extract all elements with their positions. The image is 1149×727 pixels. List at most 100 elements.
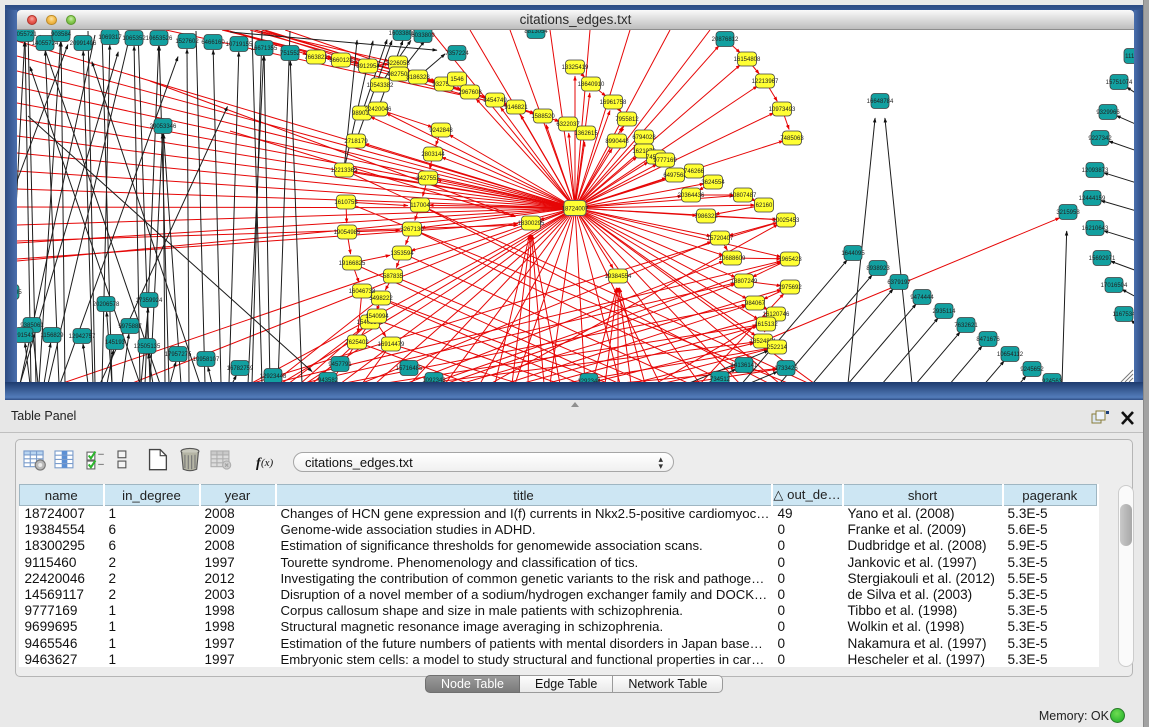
svg-text:2975692: 2975692 [778,285,802,291]
svg-text:8813054: 8813054 [524,30,548,35]
svg-text:15716485: 15716485 [396,366,423,372]
svg-text:8186328: 8186328 [406,75,430,81]
svg-text:3215958: 3215958 [1056,210,1080,216]
svg-text:2718179: 2718179 [344,139,368,145]
svg-text:14055724: 14055724 [32,41,59,47]
svg-text:16914479: 16914479 [378,342,405,348]
svg-text:16671355: 16671355 [251,46,278,52]
svg-text:16210643: 16210643 [1082,226,1109,232]
svg-text:20991406: 20991406 [70,41,97,47]
svg-text:9227342: 9227342 [1088,136,1112,142]
svg-text:15720407: 15720407 [707,236,734,242]
svg-text:1733426: 1733426 [774,366,798,372]
svg-text:20053346: 20053346 [150,124,177,130]
svg-text:1527602: 1527602 [175,39,199,45]
svg-text:117004: 117004 [410,203,430,209]
svg-text:746266: 746266 [684,169,705,175]
svg-text:6033809: 6033809 [411,33,435,39]
svg-text:8660128: 8660128 [329,58,353,64]
svg-text:20876812: 20876812 [712,37,739,43]
svg-text:9146821: 9146821 [504,105,528,111]
svg-text:18640910: 18640910 [578,82,605,88]
svg-text:16648784: 16648784 [867,99,894,105]
svg-text:252214: 252214 [767,345,788,351]
svg-text:145193: 145193 [105,340,126,346]
svg-text:9329966: 9329966 [1096,110,1120,116]
svg-text:22420046: 22420046 [365,107,392,113]
svg-text:10719155: 10719155 [226,42,253,48]
svg-text:10807487: 10807487 [730,193,757,199]
svg-text:2803144: 2803144 [421,152,445,158]
svg-text:16961758: 16961758 [600,100,627,106]
svg-text:(x): (x) [261,457,274,469]
svg-text:2935114: 2935114 [933,309,957,315]
svg-text:10025453: 10025453 [773,218,800,224]
svg-text:17016504: 17016504 [1101,283,1128,289]
svg-text:9242848: 9242848 [429,128,453,134]
svg-text:18300295: 18300295 [518,221,545,227]
svg-text:2055721: 2055721 [17,32,37,38]
svg-text:943582: 943582 [318,378,339,382]
svg-text:1615132: 1615132 [754,322,778,328]
svg-text:3624554: 3624554 [701,180,725,186]
svg-text:1069317: 1069317 [98,35,122,41]
svg-text:18807249: 18807249 [731,279,758,285]
svg-text:1588520: 1588520 [531,114,555,120]
svg-text:9777169: 9777169 [653,158,677,164]
svg-text:8427552: 8427552 [416,176,440,182]
svg-text:11154: 11154 [1125,54,1134,60]
svg-text:20206578: 20206578 [93,302,120,308]
svg-text:1353594: 1353594 [390,251,414,257]
svg-text:7632621: 7632621 [954,323,978,329]
svg-text:19384554: 19384554 [605,274,632,280]
svg-text:1965423: 1965423 [778,257,802,263]
svg-text:587835: 587835 [383,274,404,280]
svg-text:10973493: 10973493 [769,107,796,113]
svg-text:12213967: 12213967 [752,79,779,85]
svg-text:16782759: 16782759 [227,366,254,372]
svg-text:12942757: 12942757 [69,334,96,340]
svg-text:6466160: 6466160 [201,40,225,46]
svg-text:16046738: 16046738 [349,289,376,295]
svg-text:5498222: 5498222 [369,296,393,302]
svg-text:16154808: 16154808 [734,57,761,63]
svg-text:2026605: 2026605 [17,290,22,296]
svg-text:8454749: 8454749 [483,98,507,104]
svg-text:7663822: 7663822 [304,55,328,61]
svg-text:12213369: 12213369 [331,168,358,174]
svg-text:6379197: 6379197 [887,280,911,286]
svg-text:5226058: 5226058 [386,61,410,67]
svg-text:10653526: 10653526 [146,36,173,42]
svg-text:1546: 1546 [450,77,464,83]
svg-text:10654112: 10654112 [997,352,1024,358]
svg-text:17957275: 17957275 [165,352,192,358]
svg-text:1362615: 1362615 [574,131,598,137]
svg-text:8471676: 8471676 [976,337,1000,343]
svg-text:924563: 924563 [1042,379,1063,382]
svg-text:18724007: 18724007 [562,206,589,212]
svg-text:1156829: 1156829 [41,333,65,339]
svg-text:19166825: 19166825 [339,261,366,267]
svg-text:1644095: 1644095 [841,251,865,257]
svg-text:15692971: 15692971 [1089,256,1116,262]
svg-text:10543382: 10543382 [367,83,394,89]
svg-text:7955812: 7955812 [615,117,639,123]
svg-text:8938923: 8938923 [866,266,890,272]
svg-text:12444159: 12444159 [1079,196,1106,202]
svg-text:903584: 903584 [51,32,72,38]
svg-text:984067: 984067 [745,301,766,307]
svg-text:12093873: 12093873 [1082,168,1109,174]
svg-text:7986322: 7986322 [694,214,718,220]
svg-text:9975887: 9975887 [118,324,142,330]
svg-text:1167534: 1167534 [1113,312,1134,318]
svg-text:734512: 734512 [710,377,731,382]
svg-text:8990448: 8990448 [605,139,629,145]
svg-text:20364436: 20364436 [678,193,705,199]
svg-text:1292344: 1292344 [577,379,601,382]
svg-text:10688609: 10688609 [719,256,746,262]
svg-text:8912954: 8912954 [356,64,380,70]
svg-text:13325419: 13325419 [562,65,589,71]
svg-text:7625402: 7625402 [345,340,369,346]
svg-text:19054985: 19054985 [334,230,361,236]
svg-text:1610755: 1610755 [334,200,358,206]
